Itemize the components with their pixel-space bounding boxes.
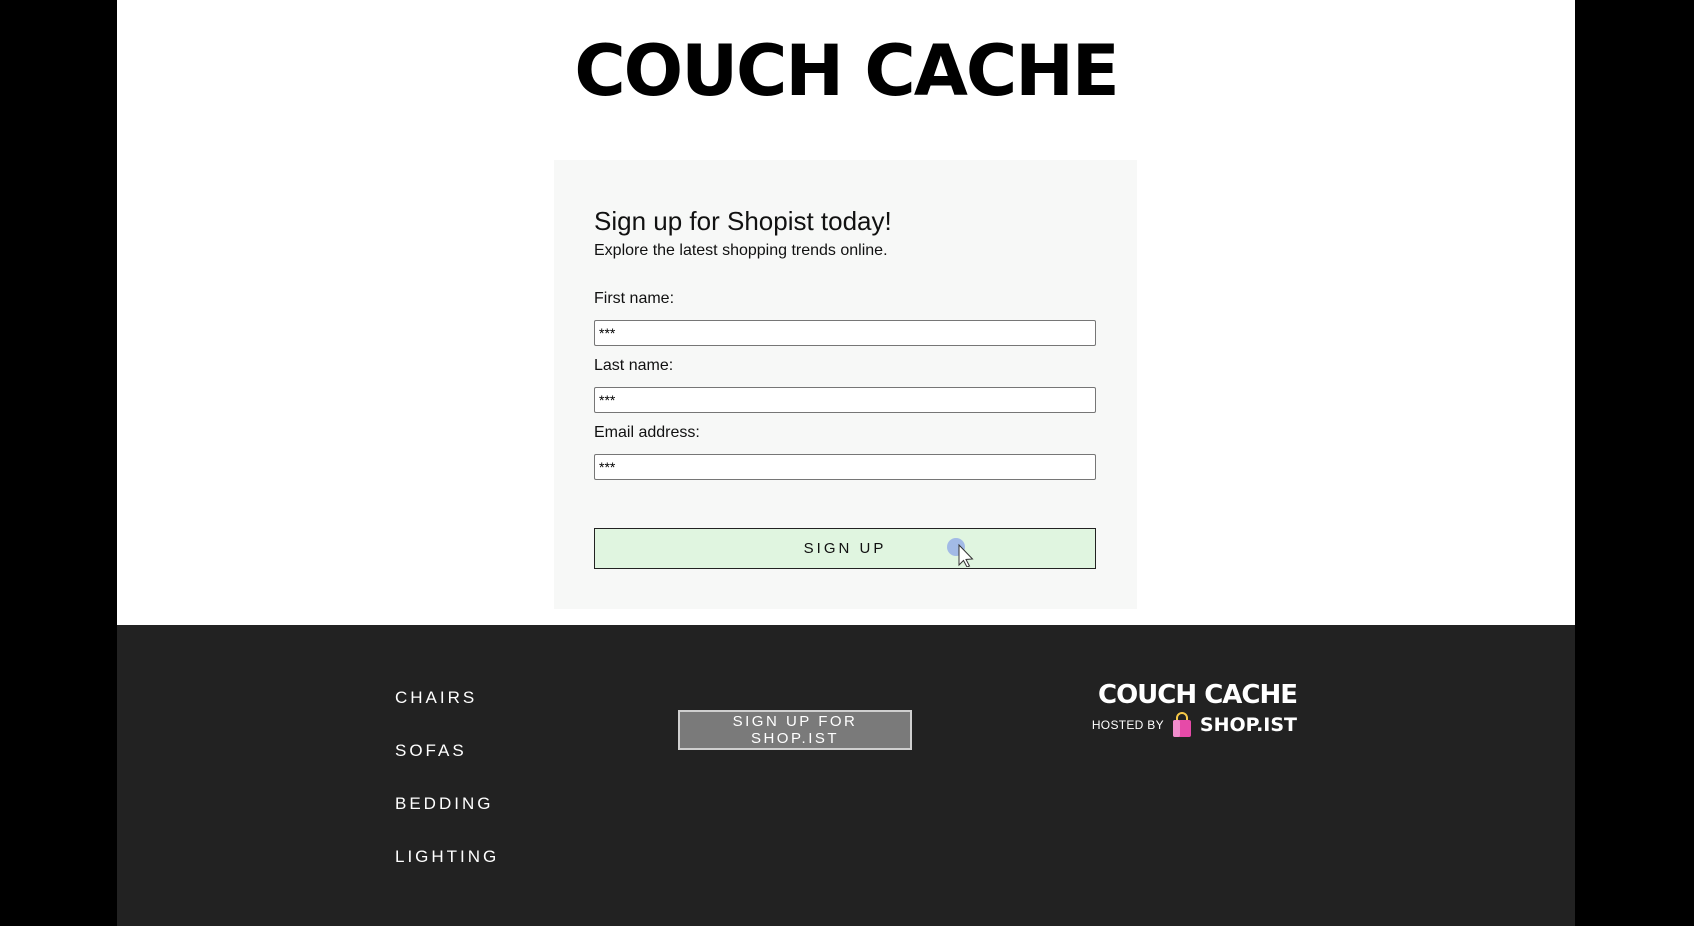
shopping-bag-icon (1172, 712, 1191, 737)
footer-link-bedding[interactable]: BEDDING (395, 793, 499, 846)
email-field[interactable] (594, 454, 1096, 480)
footer-link-chairs[interactable]: CHAIRS (395, 687, 499, 740)
last-name-field[interactable] (594, 387, 1096, 413)
hosted-by-badge: HOSTED BY SHOP.IST (1092, 712, 1297, 738)
last-name-label: Last name: (594, 357, 674, 374)
signup-title: Sign up for Shopist today! (594, 206, 892, 236)
hosted-by-label: HOSTED BY (1091, 718, 1164, 732)
first-name-label: First name: (594, 290, 675, 307)
sign-up-button[interactable]: SIGN UP (594, 528, 1096, 569)
email-label: Email address: (594, 424, 700, 441)
signup-subtitle: Explore the latest shopping trends onlin… (594, 242, 888, 259)
mouse-cursor-icon (947, 538, 974, 567)
page: COUCH CACHE Sign up for Shopist today! E… (117, 0, 1575, 926)
first-name-field[interactable] (594, 320, 1096, 346)
footer: CHAIRS SOFAS BEDDING LIGHTING SIGN UP FO… (117, 625, 1575, 926)
footer-brand[interactable]: COUCH CACHE HOSTED BY SHOP.IST (1092, 680, 1298, 738)
signup-card: Sign up for Shopist today! Explore the l… (554, 160, 1137, 609)
footer-signup-button[interactable]: SIGN UP FOR SHOP.IST (678, 710, 912, 750)
footer-nav: CHAIRS SOFAS BEDDING LIGHTING (395, 687, 499, 899)
host-name: SHOP.IST (1199, 714, 1297, 736)
footer-link-sofas[interactable]: SOFAS (395, 740, 499, 793)
footer-brand-title: COUCH CACHE (1098, 680, 1298, 710)
site-logo[interactable]: COUCH CACHE (117, 30, 1575, 112)
footer-link-lighting[interactable]: LIGHTING (395, 846, 499, 899)
